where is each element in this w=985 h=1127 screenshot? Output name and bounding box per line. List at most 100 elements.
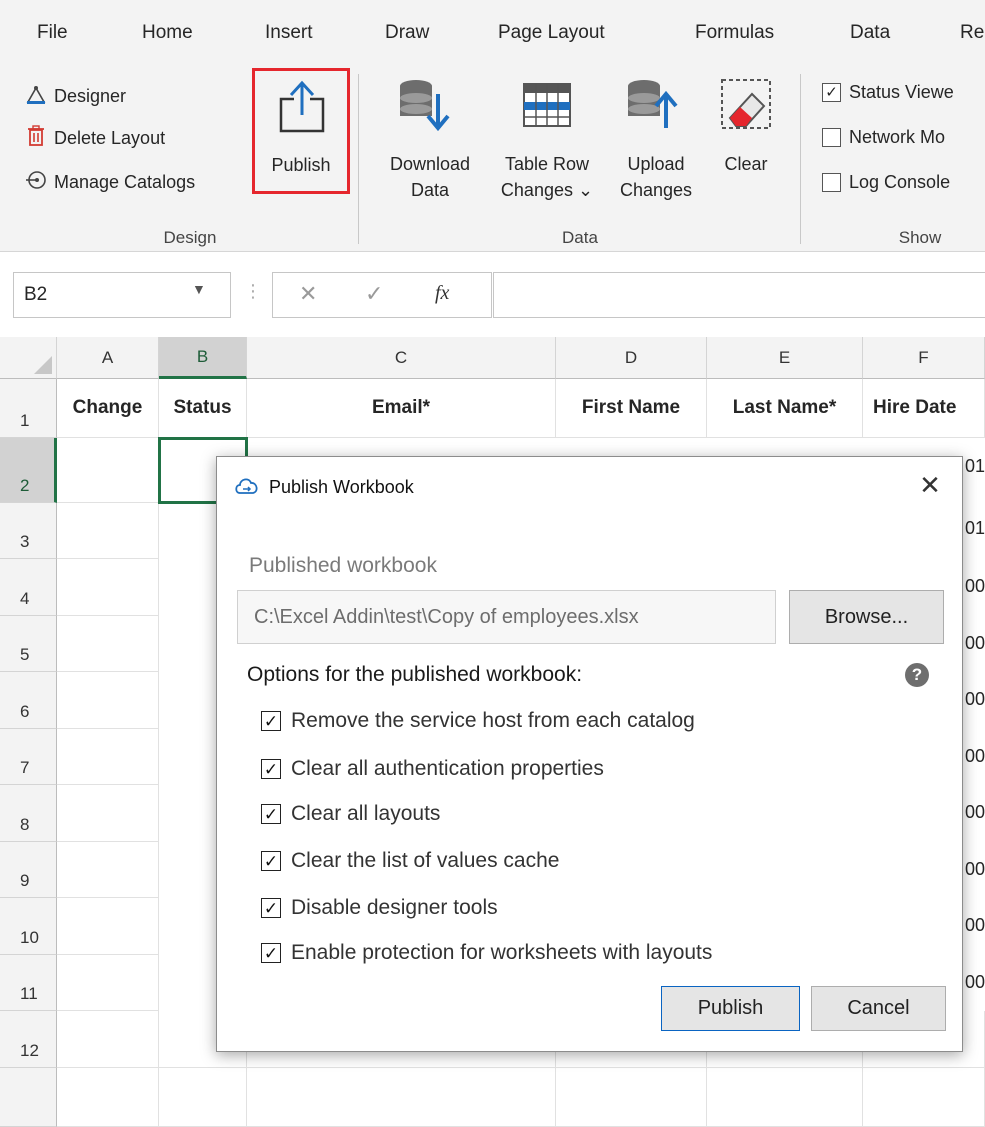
browse-button[interactable]: Browse... <box>789 590 944 644</box>
log-console-checkbox[interactable]: Log Console <box>822 172 950 193</box>
grid-cell[interactable] <box>57 438 159 503</box>
row-header-8[interactable]: 8 <box>0 785 57 842</box>
grid-cell[interactable] <box>247 1068 556 1127</box>
grid-cell[interactable] <box>57 616 159 672</box>
grid-cell[interactable] <box>57 672 159 729</box>
grid-cell[interactable] <box>57 1068 159 1127</box>
designer-label: Designer <box>54 86 127 106</box>
delete-layout-button[interactable]: Delete Layout <box>24 124 165 153</box>
close-icon[interactable]: ✕ <box>912 467 948 503</box>
enter-entry-icon[interactable]: ✓ <box>365 281 383 307</box>
manage-catalogs-button[interactable]: Manage Catalogs <box>24 168 195 197</box>
grid-cell[interactable] <box>57 955 159 1011</box>
grid-cell[interactable] <box>707 1068 863 1127</box>
clear-label: Clear <box>724 154 768 174</box>
header-cell-change[interactable]: Change <box>57 379 159 438</box>
grid-cell[interactable] <box>863 1068 985 1127</box>
row-header-12[interactable]: 12 <box>0 1011 57 1068</box>
row-header-9[interactable]: 9 <box>0 842 57 898</box>
grid-cell[interactable] <box>57 1011 159 1068</box>
row-header-2[interactable]: 2 <box>0 438 57 503</box>
option-clear-layouts[interactable]: ✓ Clear all layouts <box>261 802 440 826</box>
status-viewer-checkbox[interactable]: ✓ Status Viewe <box>822 82 954 103</box>
name-box[interactable]: B2 ▼ <box>13 272 231 318</box>
cancel-button[interactable]: Cancel <box>811 986 946 1031</box>
grid-cell[interactable] <box>57 559 159 616</box>
upload-label-1: Upload <box>627 154 685 174</box>
tab-home[interactable]: Home <box>142 22 193 44</box>
checkbox-checked-icon[interactable]: ✓ <box>261 759 281 779</box>
checkbox-checked-icon[interactable]: ✓ <box>261 804 281 824</box>
checkbox-checked-icon[interactable]: ✓ <box>261 851 281 871</box>
workbook-path-field[interactable]: C:\Excel Addin\test\Copy of employees.xl… <box>237 590 776 644</box>
peek-value: 01 <box>965 456 985 476</box>
option-remove-service-host[interactable]: ✓ Remove the service host from each cata… <box>261 709 695 733</box>
column-header-d[interactable]: D <box>556 337 707 379</box>
help-icon[interactable]: ? <box>905 663 929 687</box>
delete-layout-label: Delete Layout <box>54 128 166 148</box>
option-clear-auth-properties[interactable]: ✓ Clear all authentication properties <box>261 757 604 781</box>
network-monitor-checkbox[interactable]: Network Mo <box>822 127 945 148</box>
row-header-7[interactable]: 7 <box>0 729 57 785</box>
table-row-changes-button[interactable]: Table Row Changes ⌄ <box>488 72 606 212</box>
designer-button[interactable]: Designer <box>24 82 126 111</box>
tab-file[interactable]: File <box>37 22 68 44</box>
grid-cell[interactable] <box>556 1068 707 1127</box>
insert-function-icon[interactable]: fx <box>435 282 449 305</box>
column-header-a[interactable]: A <box>57 337 159 379</box>
row-header-13[interactable] <box>0 1068 57 1127</box>
column-header-b[interactable]: B <box>159 337 247 379</box>
grid-cell[interactable] <box>57 785 159 842</box>
tab-review[interactable]: Re <box>960 22 984 44</box>
option-clear-lov-cache[interactable]: ✓ Clear the list of values cache <box>261 849 559 873</box>
publish-button[interactable]: Publish <box>661 986 800 1031</box>
formula-input[interactable] <box>493 272 985 318</box>
grid-cell[interactable] <box>57 898 159 955</box>
publish-ribbon-button[interactable]: Publish <box>252 68 350 194</box>
design-group-label: Design <box>163 228 217 247</box>
name-box-value: B2 <box>24 284 48 305</box>
grid-cell[interactable] <box>57 729 159 785</box>
grid-cell[interactable] <box>159 1068 247 1127</box>
checkbox-unchecked-icon <box>822 128 841 147</box>
tab-draw[interactable]: Draw <box>385 22 429 44</box>
row-header-3[interactable]: 3 <box>0 503 57 559</box>
column-f-peek: 01 01 00 00 00 00 00 00 00 00 <box>965 438 985 1011</box>
header-cell-hire-date[interactable]: Hire Date <box>863 379 985 438</box>
row-header-11[interactable]: 11 <box>0 955 57 1011</box>
grid-cell[interactable] <box>57 503 159 559</box>
clear-button[interactable]: Clear <box>706 72 786 212</box>
option-label: Disable designer tools <box>291 896 498 919</box>
header-cell-status[interactable]: Status <box>159 379 247 438</box>
download-data-button[interactable]: Download Data <box>376 72 484 212</box>
column-header-c[interactable]: C <box>247 337 556 379</box>
checkbox-checked-icon[interactable]: ✓ <box>261 711 281 731</box>
tab-data[interactable]: Data <box>850 22 890 44</box>
name-box-dropdown-icon[interactable]: ▼ <box>192 281 206 297</box>
header-cell-last-name[interactable]: Last Name* <box>707 379 863 438</box>
checkbox-checked-icon[interactable]: ✓ <box>261 943 281 963</box>
column-header-e[interactable]: E <box>707 337 863 379</box>
tab-page-layout[interactable]: Page Layout <box>498 22 605 44</box>
row-header-6[interactable]: 6 <box>0 672 57 729</box>
row-header-5[interactable]: 5 <box>0 616 57 672</box>
cancel-entry-icon[interactable]: ✕ <box>299 281 317 307</box>
select-all-corner[interactable] <box>0 337 57 379</box>
option-enable-protection[interactable]: ✓ Enable protection for worksheets with … <box>261 941 712 965</box>
row-header-1[interactable]: 1 <box>0 379 57 438</box>
grid-cell[interactable] <box>57 842 159 898</box>
header-cell-first-name[interactable]: First Name <box>556 379 707 438</box>
checkbox-unchecked-icon <box>822 173 841 192</box>
column-header-f[interactable]: F <box>863 337 985 379</box>
row-header-10[interactable]: 10 <box>0 898 57 955</box>
upload-changes-button[interactable]: Upload Changes <box>606 72 706 212</box>
checkbox-checked-icon[interactable]: ✓ <box>261 898 281 918</box>
eraser-icon <box>718 76 776 141</box>
tab-insert[interactable]: Insert <box>265 22 313 44</box>
download-db-icon <box>398 78 450 139</box>
tab-formulas[interactable]: Formulas <box>695 22 774 44</box>
peek-value: 00 <box>965 576 985 596</box>
row-header-4[interactable]: 4 <box>0 559 57 616</box>
option-disable-designer-tools[interactable]: ✓ Disable designer tools <box>261 896 498 920</box>
header-cell-email[interactable]: Email* <box>247 379 556 438</box>
